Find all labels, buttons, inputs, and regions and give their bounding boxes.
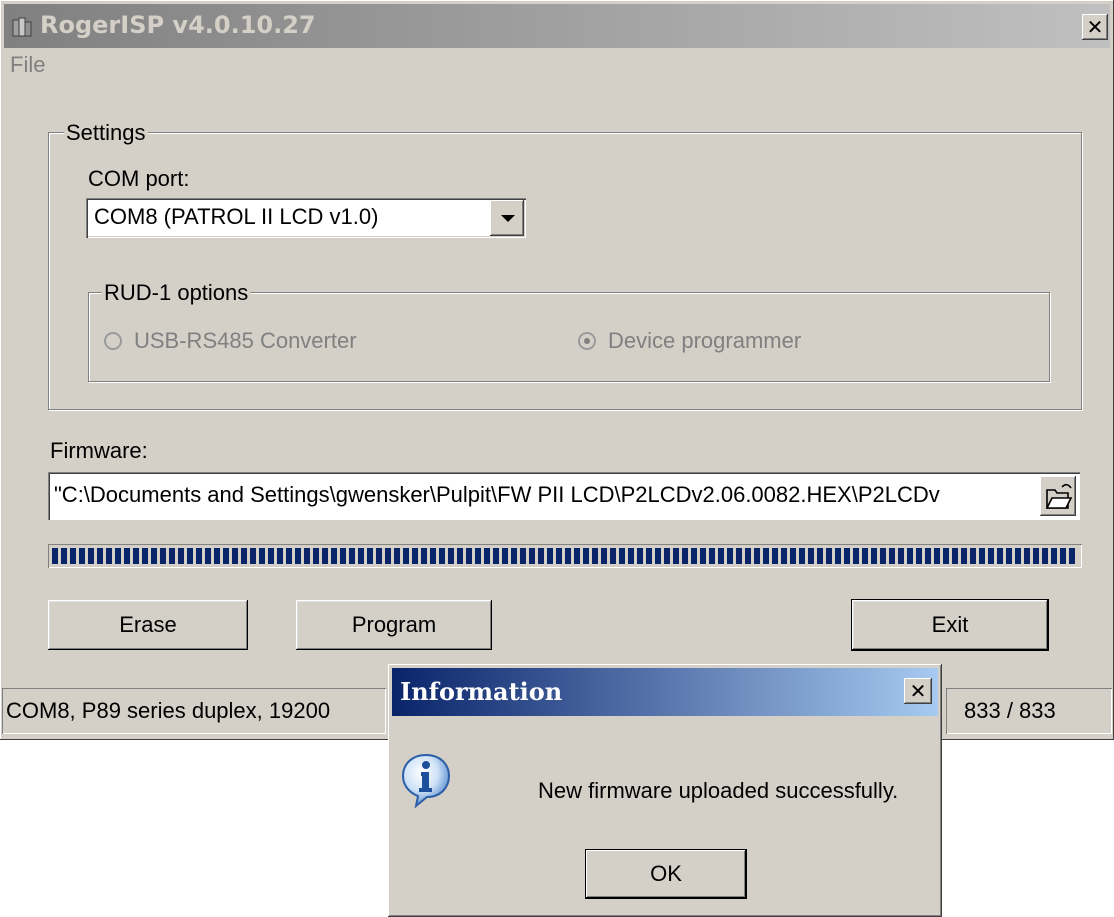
status-connection: COM8, P89 series duplex, 19200 bbox=[2, 688, 386, 734]
window-title: RogerISP v4.0.10.27 bbox=[40, 11, 316, 39]
dialog-title: Information bbox=[400, 677, 563, 706]
status-count-text: 833 / 833 bbox=[964, 698, 1056, 723]
dialog-close-icon[interactable]: ✕ bbox=[904, 678, 932, 704]
settings-legend: Settings bbox=[64, 120, 148, 146]
radio-circle bbox=[104, 332, 122, 350]
firmware-path-input[interactable]: "C:\Documents and Settings\gwensker\Pulp… bbox=[48, 472, 1080, 520]
com-port-label: COM port: bbox=[88, 166, 190, 191]
radio-usb-converter[interactable]: USB-RS485 Converter bbox=[104, 328, 357, 354]
radio-usb-converter-label: USB-RS485 Converter bbox=[134, 328, 357, 353]
chevron-down-icon[interactable] bbox=[490, 200, 524, 236]
info-icon bbox=[401, 753, 451, 808]
progress-bar bbox=[48, 544, 1082, 568]
app-icon bbox=[12, 17, 32, 37]
program-button[interactable]: Program bbox=[296, 600, 492, 650]
title-bar[interactable]: RogerISP v4.0.10.27 ✕ bbox=[4, 4, 1110, 48]
status-connection-text: COM8, P89 series duplex, 19200 bbox=[6, 698, 331, 723]
firmware-label: Firmware: bbox=[50, 438, 148, 463]
com-port-value: COM8 (PATROL II LCD v1.0) bbox=[94, 204, 379, 229]
close-icon[interactable]: ✕ bbox=[1082, 14, 1108, 40]
status-count: 833 / 833 bbox=[946, 688, 1112, 734]
exit-button[interactable]: Exit bbox=[851, 599, 1049, 651]
firmware-path-value: "C:\Documents and Settings\gwensker\Pulp… bbox=[54, 482, 940, 507]
menu-file[interactable]: File bbox=[10, 52, 45, 78]
main-window: RogerISP v4.0.10.27 ✕ File Settings COM … bbox=[0, 0, 1114, 740]
menu-bar: File bbox=[4, 48, 1110, 82]
dialog-title-bar[interactable]: Information ✕ bbox=[392, 668, 938, 716]
rud-options-legend: RUD-1 options bbox=[102, 280, 251, 306]
folder-open-icon bbox=[1045, 483, 1073, 509]
ok-button[interactable]: OK bbox=[586, 850, 746, 898]
dialog-message: New firmware uploaded successfully. bbox=[538, 778, 899, 803]
browse-button[interactable] bbox=[1040, 476, 1076, 516]
erase-button[interactable]: Erase bbox=[48, 600, 248, 650]
radio-device-programmer[interactable]: Device programmer bbox=[578, 328, 801, 354]
progress-fill bbox=[52, 548, 1078, 564]
information-dialog: Information ✕ New firmware uploaded succ… bbox=[388, 664, 942, 917]
radio-circle-checked bbox=[578, 332, 596, 350]
radio-device-programmer-label: Device programmer bbox=[608, 328, 802, 353]
com-port-select[interactable]: COM8 (PATROL II LCD v1.0) bbox=[86, 198, 526, 238]
